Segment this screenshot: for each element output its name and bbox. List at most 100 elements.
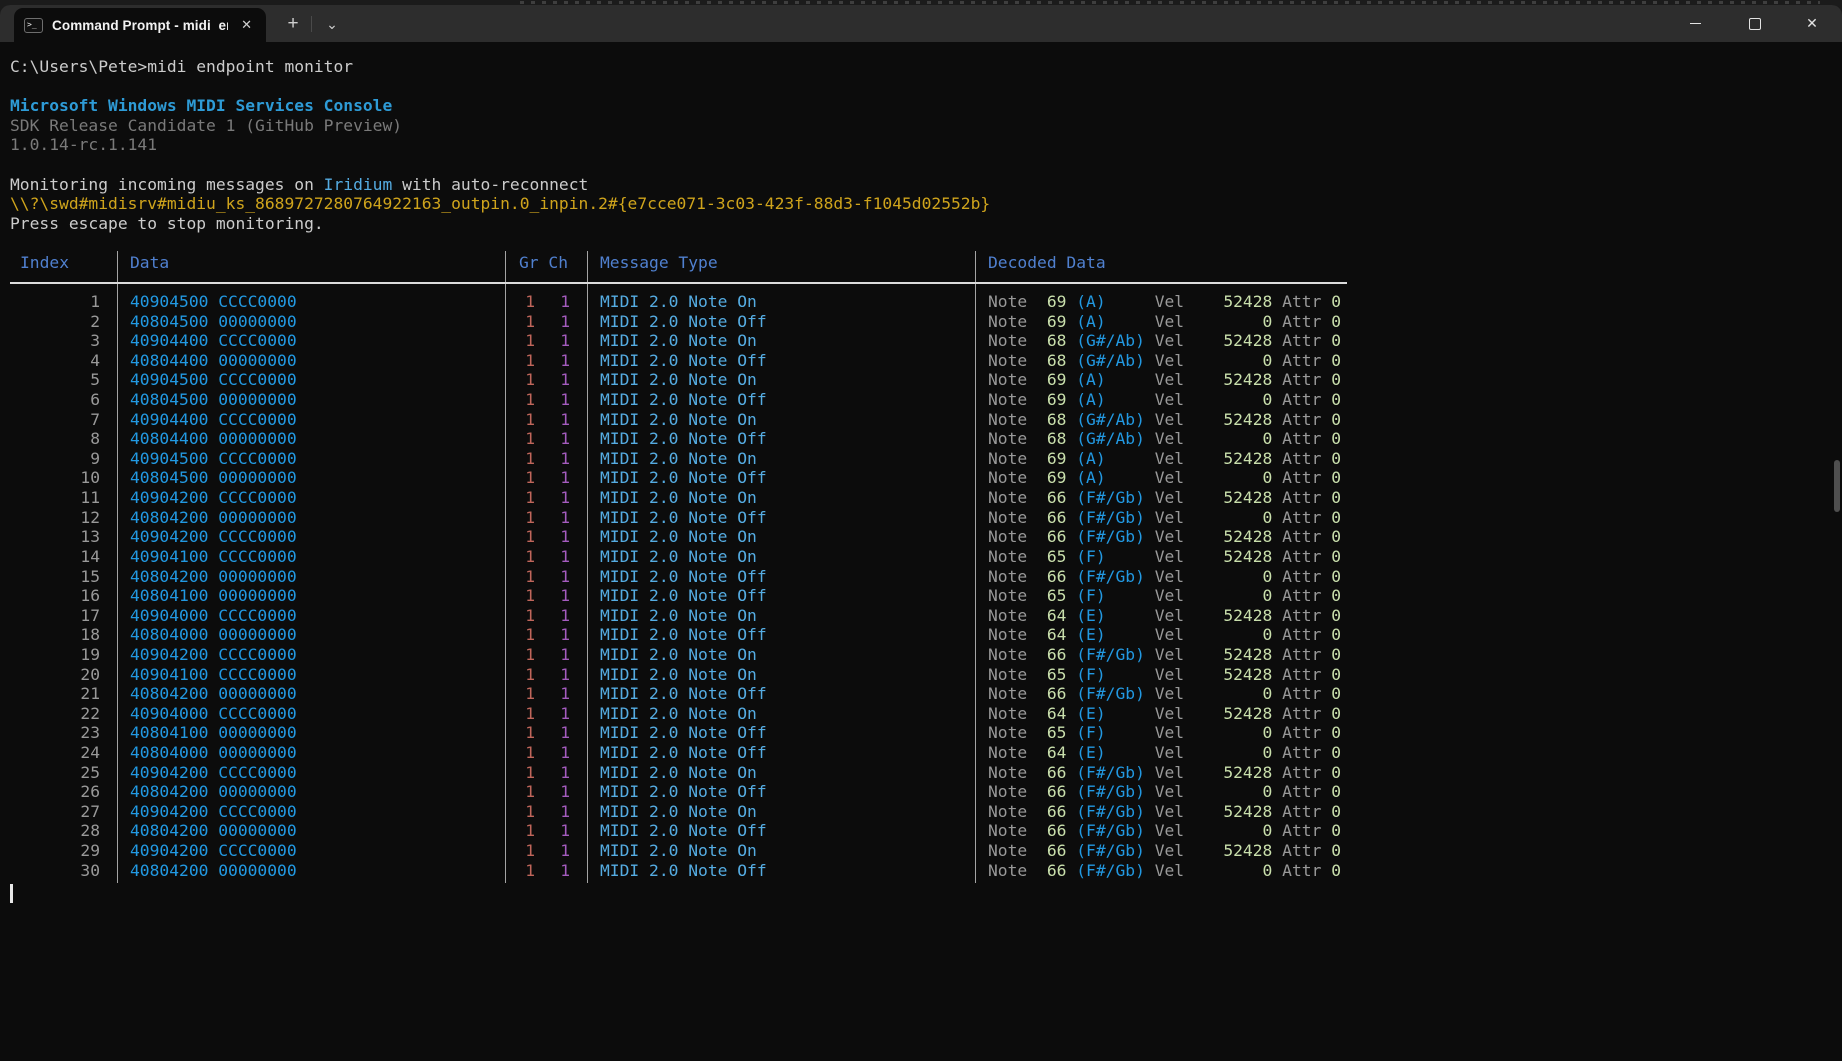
decoded-attr-label: Attr (1282, 821, 1321, 840)
decoded-note-name: (G#/Ab) (1076, 429, 1145, 448)
decoded-attr-label: Attr (1282, 782, 1321, 801)
table-row: 1440904100 CCCC000011MIDI 2.0 Note OnNot… (0, 547, 1842, 567)
decoded-vel-label: Vel (1155, 861, 1184, 880)
decoded-vel-label: Vel (1155, 782, 1184, 801)
row-message-type: MIDI 2.0 Note Off (600, 723, 767, 743)
title-bar: >_ Command Prompt - midi end ✕ + ⌄ ✕ (0, 5, 1842, 42)
decoded-note-name: (F#/Gb) (1076, 763, 1145, 782)
row-data-hex: 40904400 CCCC0000 (130, 331, 297, 351)
minimize-button[interactable] (1672, 5, 1718, 42)
row-group: 1 (505, 547, 535, 567)
row-message-type: MIDI 2.0 Note Off (600, 351, 767, 371)
table-row: 140904500 CCCC000011MIDI 2.0 Note OnNote… (0, 292, 1842, 312)
decoded-note-label: Note (988, 841, 1027, 860)
row-message-type: MIDI 2.0 Note Off (600, 390, 767, 410)
tab-dropdown-chevron-icon[interactable]: ⌄ (318, 9, 346, 39)
decoded-attr-label: Attr (1282, 665, 1321, 684)
row-decoded: Note 66 (F#/Gb) Vel 52428 Attr 0 (988, 802, 1341, 822)
row-index: 17 (0, 606, 100, 626)
decoded-note-number: 66 (1027, 645, 1066, 664)
decoded-attr-value: 0 (1331, 410, 1341, 429)
decoded-attr-label: Attr (1282, 331, 1321, 350)
row-index: 26 (0, 782, 100, 802)
decoded-attr-value: 0 (1331, 370, 1341, 389)
decoded-note-name: (G#/Ab) (1076, 351, 1145, 370)
table-row: 640804500 0000000011MIDI 2.0 Note OffNot… (0, 390, 1842, 410)
tab-command-prompt[interactable]: >_ Command Prompt - midi end ✕ (14, 8, 266, 42)
row-decoded: Note 64 (E) Vel 0 Attr 0 (988, 743, 1341, 763)
decoded-attr-value: 0 (1331, 606, 1341, 625)
decoded-note-number: 65 (1027, 547, 1066, 566)
blank-line (10, 155, 1832, 175)
decoded-note-name: (A) (1076, 292, 1145, 311)
close-button[interactable]: ✕ (1789, 5, 1835, 42)
row-data-hex: 40804100 00000000 (130, 723, 297, 743)
row-channel: 1 (540, 625, 570, 645)
row-data-hex: 40804400 00000000 (130, 429, 297, 449)
row-index: 6 (0, 390, 100, 410)
decoded-vel-value: 52428 (1184, 606, 1272, 625)
background-window-edge (520, 1, 1820, 4)
row-channel: 1 (540, 684, 570, 704)
row-decoded: Note 68 (G#/Ab) Vel 52428 Attr 0 (988, 331, 1341, 351)
decoded-vel-label: Vel (1155, 527, 1184, 546)
row-decoded: Note 66 (F#/Gb) Vel 52428 Attr 0 (988, 841, 1341, 861)
row-data-hex: 40904100 CCCC0000 (130, 547, 297, 567)
row-index: 3 (0, 331, 100, 351)
decoded-note-label: Note (988, 370, 1027, 389)
row-message-type: MIDI 2.0 Note Off (600, 312, 767, 332)
row-message-type: MIDI 2.0 Note On (600, 292, 757, 312)
decoded-attr-value: 0 (1331, 665, 1341, 684)
decoded-note-number: 69 (1027, 390, 1066, 409)
row-index: 10 (0, 468, 100, 488)
row-message-type: MIDI 2.0 Note On (600, 704, 757, 724)
row-decoded: Note 66 (F#/Gb) Vel 0 Attr 0 (988, 567, 1341, 587)
decoded-attr-label: Attr (1282, 567, 1321, 586)
maximize-button[interactable] (1732, 5, 1778, 42)
decoded-vel-label: Vel (1155, 468, 1184, 487)
row-index: 1 (0, 292, 100, 312)
decoded-vel-label: Vel (1155, 606, 1184, 625)
decoded-note-label: Note (988, 606, 1027, 625)
table-row: 2340804100 0000000011MIDI 2.0 Note OffNo… (0, 723, 1842, 743)
row-data-hex: 40804500 00000000 (130, 468, 297, 488)
table-row: 540904500 CCCC000011MIDI 2.0 Note OnNote… (0, 370, 1842, 390)
row-index: 27 (0, 802, 100, 822)
decoded-note-number: 69 (1027, 468, 1066, 487)
decoded-note-name: (E) (1076, 606, 1145, 625)
row-index: 28 (0, 821, 100, 841)
decoded-vel-value: 52428 (1184, 370, 1272, 389)
decoded-note-label: Note (988, 292, 1027, 311)
new-tab-button[interactable]: + (278, 9, 308, 39)
decoded-note-number: 66 (1027, 567, 1066, 586)
table-row: 2540904200 CCCC000011MIDI 2.0 Note OnNot… (0, 763, 1842, 783)
decoded-note-name: (F) (1076, 665, 1145, 684)
row-channel: 1 (540, 547, 570, 567)
row-decoded: Note 66 (F#/Gb) Vel 52428 Attr 0 (988, 763, 1341, 783)
row-message-type: MIDI 2.0 Note Off (600, 508, 767, 528)
row-channel: 1 (540, 567, 570, 587)
decoded-attr-value: 0 (1331, 763, 1341, 782)
row-message-type: MIDI 2.0 Note On (600, 802, 757, 822)
row-data-hex: 40904500 CCCC0000 (130, 292, 297, 312)
table-row: 240804500 0000000011MIDI 2.0 Note OffNot… (0, 312, 1842, 332)
decoded-vel-value: 52428 (1184, 449, 1272, 468)
row-data-hex: 40804200 00000000 (130, 782, 297, 802)
decoded-vel-label: Vel (1155, 567, 1184, 586)
row-index: 5 (0, 370, 100, 390)
decoded-vel-value: 52428 (1184, 292, 1272, 311)
decoded-note-label: Note (988, 312, 1027, 331)
decoded-note-label: Note (988, 410, 1027, 429)
tab-close-icon[interactable]: ✕ (237, 15, 256, 35)
version-line: 1.0.14-rc.1.141 (10, 135, 1832, 155)
decoded-note-label: Note (988, 802, 1027, 821)
row-channel: 1 (540, 586, 570, 606)
decoded-note-name: (A) (1076, 312, 1145, 331)
decoded-note-label: Note (988, 390, 1027, 409)
row-channel: 1 (540, 429, 570, 449)
row-group: 1 (505, 861, 535, 881)
scrollbar-thumb[interactable] (1834, 460, 1840, 512)
decoded-note-name: (E) (1076, 704, 1145, 723)
decoded-attr-label: Attr (1282, 586, 1321, 605)
decoded-vel-label: Vel (1155, 704, 1184, 723)
